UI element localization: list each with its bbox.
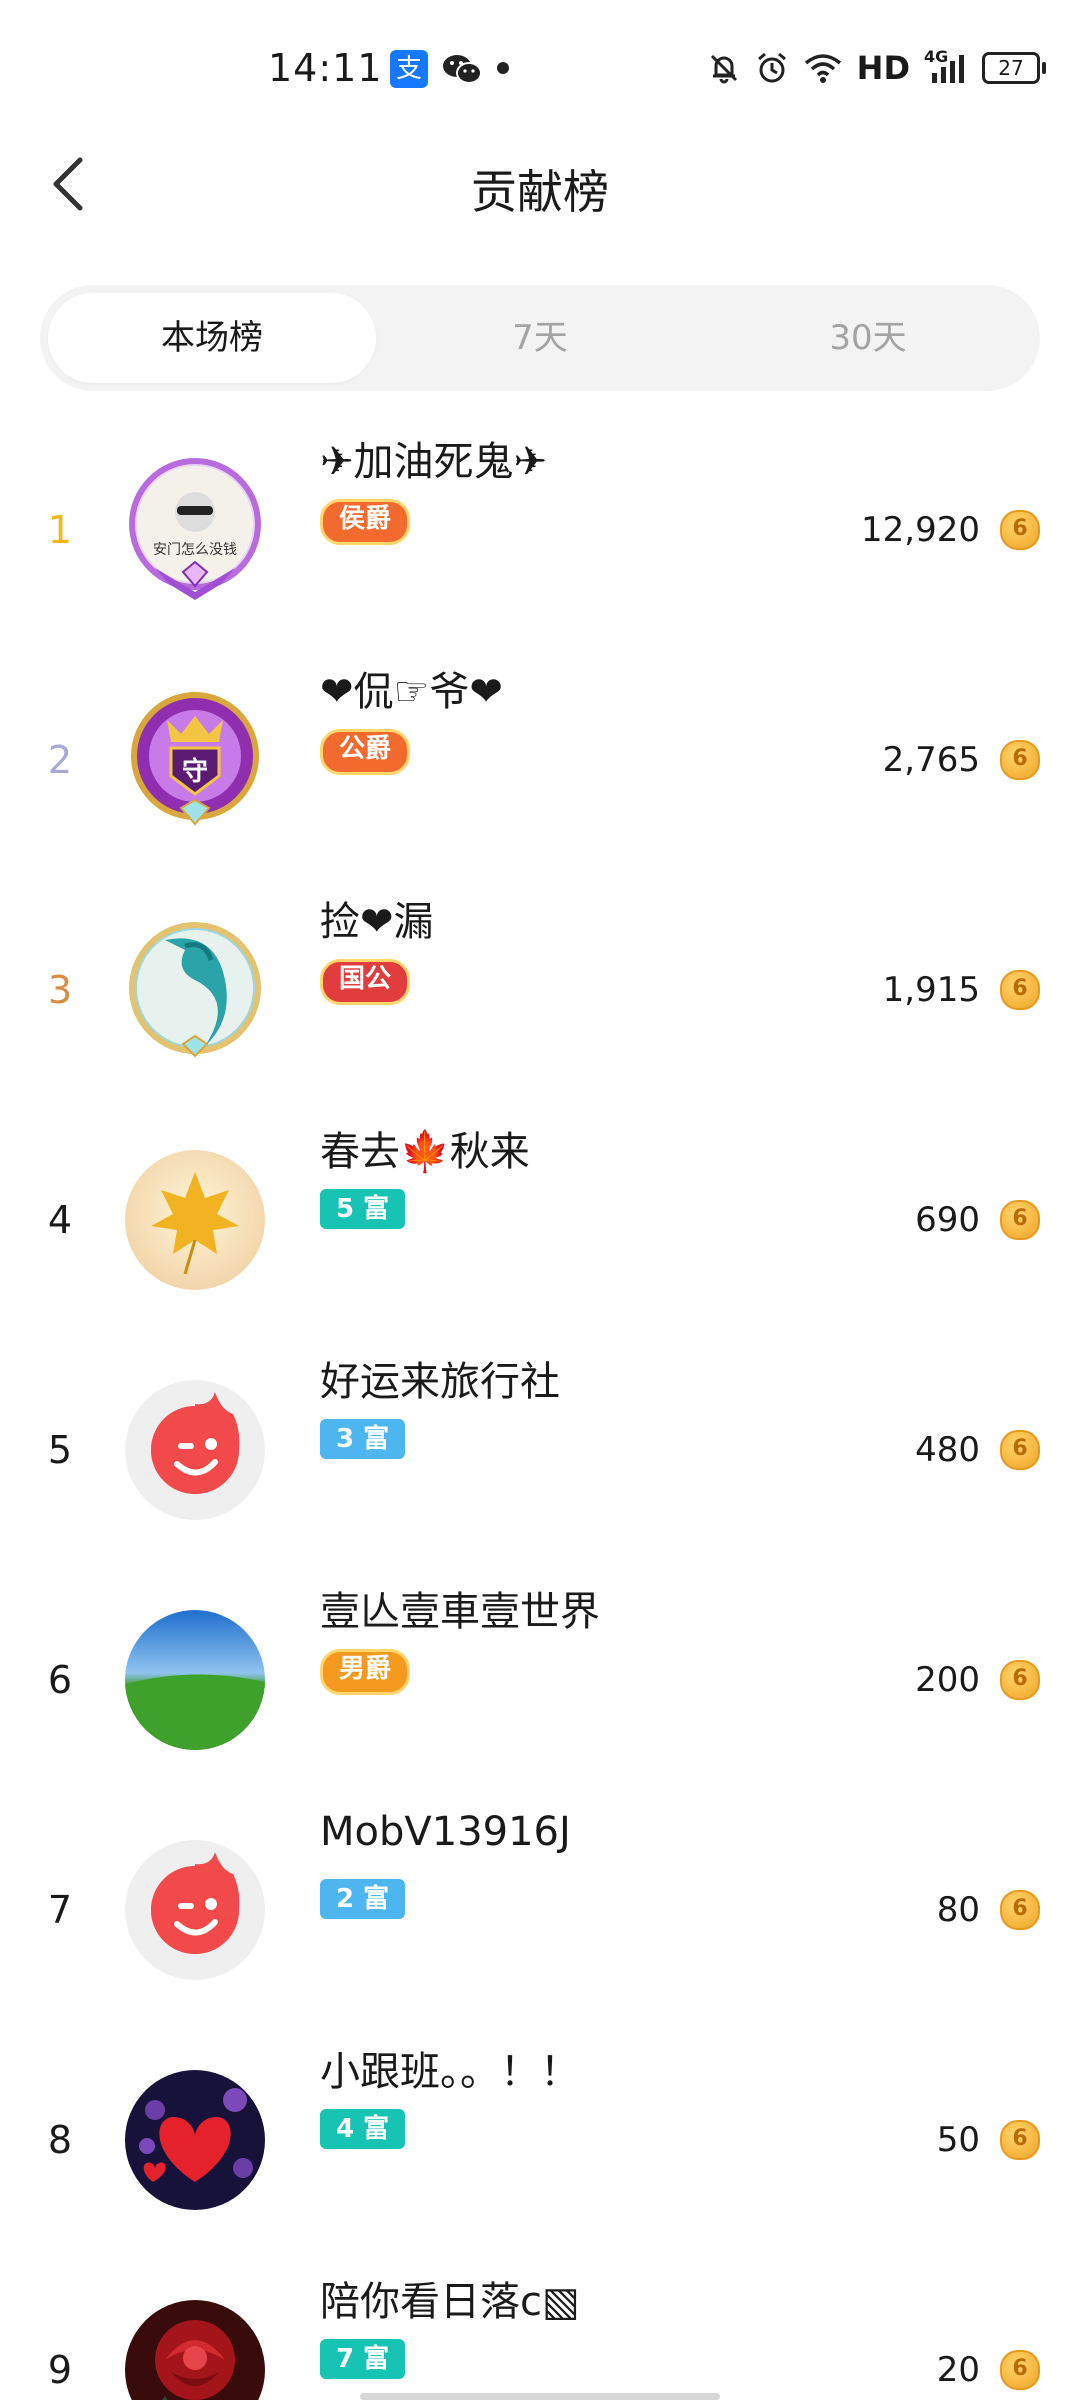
alarm-icon bbox=[757, 52, 786, 83]
user-name: 陪你看日落c▧ bbox=[320, 2279, 580, 2325]
coin-icon bbox=[1000, 740, 1040, 780]
contribution-score: 690 bbox=[915, 1200, 980, 1240]
wealth-badge: 2 富 bbox=[320, 1879, 406, 1919]
rank-number: 2 bbox=[47, 738, 73, 782]
wealth-badge: 5 富 bbox=[320, 1189, 406, 1229]
alipay-icon: 支 bbox=[390, 50, 428, 88]
contribution-score: 200 bbox=[915, 1660, 980, 1700]
rank-number: 4 bbox=[47, 1198, 73, 1242]
status-right-icons: HD 4G 27 bbox=[707, 46, 1046, 90]
battery-icon: 27 bbox=[982, 52, 1046, 84]
contribution-score: 2,765 bbox=[882, 740, 980, 780]
wealth-badge: 4 富 bbox=[320, 2109, 406, 2149]
contribution-score: 80 bbox=[936, 1890, 980, 1930]
rank-number: 9 bbox=[47, 2348, 73, 2392]
contribution-score: 20 bbox=[936, 2350, 980, 2390]
notification-dot-icon bbox=[497, 62, 509, 74]
coin-icon bbox=[1000, 1890, 1040, 1930]
noble-badge: 公爵 bbox=[320, 729, 411, 775]
rank-number: 7 bbox=[47, 1888, 73, 1932]
status-time: 14:11 bbox=[268, 46, 383, 90]
user-name: 小跟班。。！！ bbox=[320, 2049, 580, 2095]
tab-current-session[interactable]: 本场榜 bbox=[48, 293, 376, 383]
contribution-score: 1,915 bbox=[882, 970, 980, 1010]
wechat-icon bbox=[443, 55, 482, 84]
period-tabs: 本场榜 7天 30天 bbox=[40, 285, 1040, 391]
coin-icon bbox=[1000, 1430, 1040, 1470]
coin-icon bbox=[1000, 510, 1040, 550]
rank-number: 1 bbox=[47, 508, 73, 552]
avatar: 守 bbox=[131, 692, 259, 826]
leaderboard-row[interactable]: 6 壹亾壹車壹世界 男爵 200 bbox=[0, 1565, 1080, 1795]
coin-icon bbox=[1000, 1660, 1040, 1700]
noble-badge: 国公 bbox=[320, 959, 411, 1005]
svg-text:守: 守 bbox=[182, 756, 208, 787]
tab-30-days[interactable]: 30天 bbox=[704, 293, 1032, 383]
svg-text:安门怎么没钱: 安门怎么没钱 bbox=[153, 542, 237, 558]
user-name: MobV13916J bbox=[320, 1809, 571, 1855]
avatar bbox=[129, 922, 261, 1058]
tab-7-days[interactable]: 7天 bbox=[376, 293, 704, 383]
avatar bbox=[125, 1150, 265, 1290]
leaderboard-row[interactable]: 8 小跟班。。！！ 4 富 50 bbox=[0, 2025, 1080, 2255]
coin-icon bbox=[1000, 2120, 1040, 2160]
avatar bbox=[125, 1610, 265, 1750]
screen: 14:11 支 HD 4G 27 贡献榜 本场榜 7天 30天 1 安门怎么没钱… bbox=[0, 0, 1080, 2400]
coin-icon bbox=[1000, 2350, 1040, 2390]
coin-icon bbox=[1000, 970, 1040, 1010]
user-name: 春去🍁秋来 bbox=[320, 1129, 530, 1175]
leaderboard-row[interactable]: 5 好运来旅行社 3 富 480 bbox=[0, 1335, 1080, 1565]
leaderboard-row[interactable]: 3 捡❤漏 国公 1,915 bbox=[0, 875, 1080, 1105]
network-hd-label: HD bbox=[856, 49, 910, 87]
bell-muted-icon bbox=[710, 54, 737, 84]
rank-number: 8 bbox=[47, 2118, 73, 2162]
user-name: 好运来旅行社 bbox=[320, 1359, 560, 1405]
wifi-icon bbox=[804, 54, 841, 83]
noble-badge: 侯爵 bbox=[320, 499, 411, 545]
user-name: ❤侃☞爷❤ bbox=[320, 669, 503, 715]
leaderboard-row[interactable]: 9 陪你看日落c▧ 7 富 20 bbox=[0, 2255, 1080, 2400]
home-indicator[interactable] bbox=[360, 2393, 720, 2400]
user-name: 壹亾壹車壹世界 bbox=[320, 1589, 600, 1635]
leaderboard-row[interactable]: 1 安门怎么没钱 ✈加油死鬼✈ 侯爵 12,920 bbox=[0, 415, 1080, 645]
leaderboard-row[interactable]: 2 守 ❤侃☞爷❤ 公爵 2,765 bbox=[0, 645, 1080, 875]
contribution-score: 12,920 bbox=[861, 510, 980, 550]
avatar bbox=[125, 2300, 265, 2400]
avatar: 安门怎么没钱 bbox=[129, 458, 261, 600]
rank-number: 5 bbox=[47, 1428, 73, 1472]
avatar bbox=[125, 1840, 265, 1980]
contribution-score: 480 bbox=[915, 1430, 980, 1470]
coin-icon bbox=[1000, 1200, 1040, 1240]
cell-signal-icon: 4G bbox=[924, 47, 968, 85]
leaderboard-row[interactable]: 4 春去🍁秋来 5 富 690 bbox=[0, 1105, 1080, 1335]
wealth-badge: 7 富 bbox=[320, 2339, 406, 2379]
wealth-badge: 3 富 bbox=[320, 1419, 406, 1459]
status-bar: 14:11 支 HD 4G 27 bbox=[0, 0, 1080, 130]
avatar bbox=[125, 1380, 265, 1520]
avatar bbox=[125, 2070, 265, 2210]
leaderboard-row[interactable]: 7 MobV13916J 2 富 80 bbox=[0, 1795, 1080, 2025]
page-title: 贡献榜 bbox=[471, 165, 609, 219]
header: 贡献榜 bbox=[0, 130, 1080, 240]
user-name: ✈加油死鬼✈ bbox=[320, 439, 548, 485]
contribution-score: 50 bbox=[936, 2120, 980, 2160]
noble-badge: 男爵 bbox=[320, 1649, 411, 1695]
user-name: 捡❤漏 bbox=[320, 899, 434, 945]
rank-number: 3 bbox=[47, 968, 73, 1012]
rank-number: 6 bbox=[47, 1658, 73, 1702]
